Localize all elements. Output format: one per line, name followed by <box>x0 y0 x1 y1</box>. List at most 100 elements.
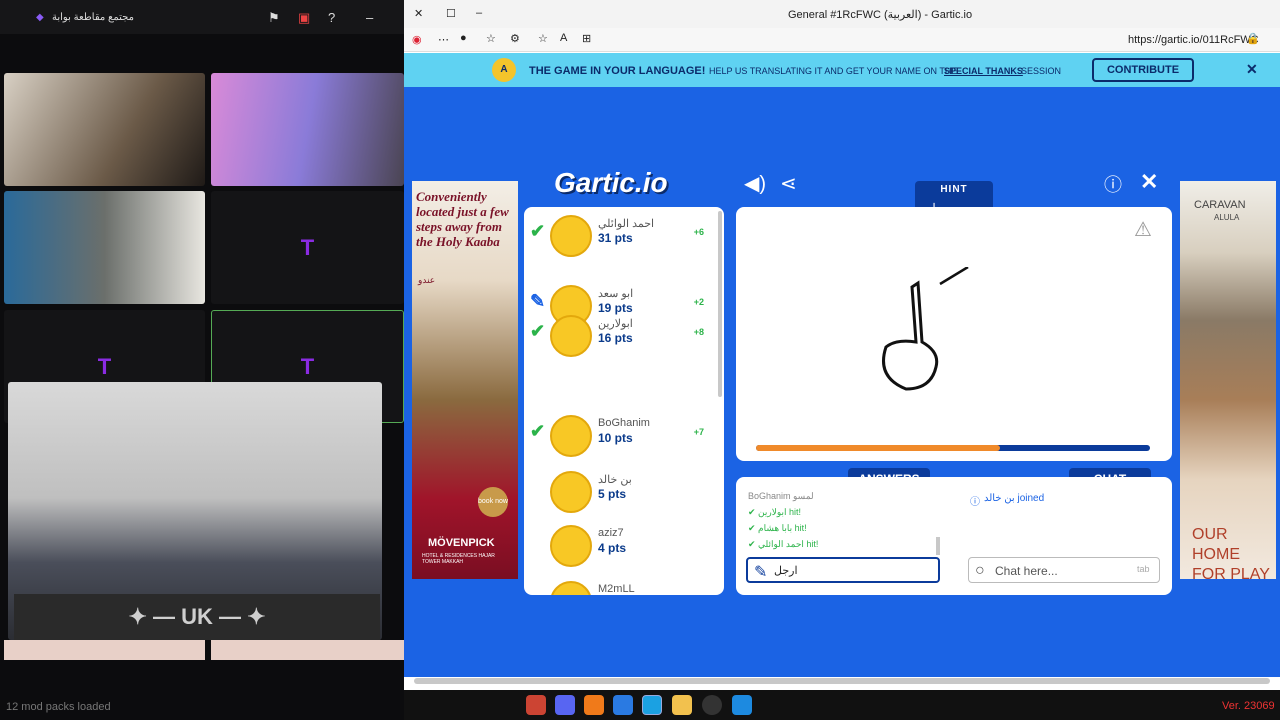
player-row[interactable]: بن خالد 5 pts <box>524 463 722 521</box>
answers-chat-panel: BoGhanim لمسو ✔ ابولارين hit! ✔ بابا هشام … <box>736 477 1172 595</box>
player-list-scrollbar[interactable] <box>718 211 722 397</box>
report-icon[interactable]: ⚠ <box>1134 217 1152 242</box>
sound-icon[interactable]: ◀) <box>744 171 766 196</box>
stream-title: مجتمع مقاطعة بوابة <box>52 12 134 23</box>
player-row[interactable]: aziz7 4 pts <box>524 517 722 575</box>
browser-logo-icon[interactable]: ◉ <box>412 33 422 46</box>
profile-icon[interactable]: ● <box>460 32 467 44</box>
taskbar: Ver. 23069 <box>404 690 1280 720</box>
windows-icon[interactable] <box>732 695 752 715</box>
player-points: 10 pts <box>598 431 633 445</box>
favorites-icon[interactable]: ☆ <box>486 32 496 45</box>
exit-icon[interactable]: ✕ <box>1140 169 1158 195</box>
maximize-icon[interactable]: ☐ <box>446 7 456 20</box>
pencil-icon: ✎ <box>754 564 768 581</box>
check-icon: ✔ <box>748 523 759 533</box>
player-points: 5 pts <box>598 487 627 501</box>
player-name: ابو سعد <box>598 288 634 300</box>
screen-icon[interactable]: ▣ <box>298 10 310 26</box>
player-name: ابولارين <box>598 318 633 330</box>
timer-bar <box>756 445 1150 451</box>
chat-placeholder: Chat here... <box>995 564 1058 578</box>
share-icon[interactable]: ⋖ <box>780 171 797 196</box>
avatar <box>550 215 592 257</box>
player-delta: +8 <box>693 327 704 337</box>
player-row[interactable]: ✔ ابولارين 16 pts +8 <box>524 307 722 365</box>
answer-input[interactable]: ✎ ارجل <box>746 557 940 583</box>
answer-line: ✔ ابولارين hit! <box>748 507 938 523</box>
player-row[interactable]: ✔ BoGhanim 10 pts +7 <box>524 407 722 465</box>
left-ad-brand-sub: HOTEL & RESIDENCES HAJAR TOWER MAKKAH <box>422 553 495 565</box>
banner-headline: THE GAME IN YOUR LANGUAGE! <box>529 65 706 77</box>
read-aloud-icon[interactable]: A <box>560 32 567 44</box>
player-delta: +6 <box>693 227 704 237</box>
answer-input-value: ارجل <box>774 565 798 577</box>
url-text[interactable]: https://gartic.io/011RcFWC <box>1128 34 1259 46</box>
banner-text: HELP US TRANSLATING IT AND GET YOUR NAME… <box>709 66 958 76</box>
collections-icon[interactable]: ⊞ <box>582 32 591 45</box>
player-name: BoGhanim <box>598 417 650 429</box>
left-ad-cta[interactable]: book now <box>478 487 508 517</box>
store-icon[interactable] <box>613 695 633 715</box>
player-points: 31 pts <box>598 231 633 245</box>
player-name: M2mLL <box>598 583 635 595</box>
edge-icon[interactable] <box>642 695 662 715</box>
channel-logo-icon: T <box>300 353 315 379</box>
star-icon[interactable]: ☆ <box>538 32 548 45</box>
channel-logo-icon: T <box>97 353 112 379</box>
player-points: 16 pts <box>598 331 633 345</box>
check-icon: ✔ <box>748 507 759 517</box>
answer-text: احمد الوائلي hit! <box>758 539 819 549</box>
webcam-2 <box>211 73 404 186</box>
webcam-3 <box>4 191 205 304</box>
answer-line: ✔ احمد الوائلي hit! <box>748 539 938 555</box>
avatar <box>550 315 592 357</box>
player-name: بن خالد <box>598 474 632 486</box>
webcam-4: T <box>211 191 404 304</box>
channel-logo-icon: T <box>300 234 315 260</box>
minimize-icon[interactable]: – <box>366 10 373 25</box>
player-row[interactable]: ✔ احمد الوائلي 31 pts +6 <box>524 207 722 265</box>
taskbar-app-icon[interactable] <box>526 695 546 715</box>
webcam-1 <box>4 73 205 186</box>
contribute-button[interactable]: CONTRIBUTE <box>1092 58 1194 82</box>
cam-strip-right <box>211 640 404 660</box>
answer-text: بابا هشام hit! <box>758 523 807 533</box>
answer-line: ✔ بابا هشام hit! <box>748 523 938 539</box>
chat-input[interactable]: ○ Chat here... tab <box>968 557 1160 583</box>
player-row[interactable]: M2mLL <box>524 573 722 595</box>
obs-icon[interactable] <box>702 695 722 715</box>
help-icon[interactable]: ? <box>328 10 335 25</box>
close-window-icon[interactable]: ✕ <box>414 7 423 20</box>
stream-icon: ◆ <box>36 12 44 23</box>
discord-icon[interactable] <box>555 695 575 715</box>
check-icon: ✔ <box>530 221 546 241</box>
left-ad-sub: عندو <box>418 275 436 285</box>
folder-icon[interactable] <box>672 695 692 715</box>
info-icon[interactable]: ⓘ <box>1104 171 1122 197</box>
browser-window: ✕ ☐ – General #1RcFWC (العربية) - Gartic… <box>404 0 1280 690</box>
answers-scrollbar[interactable] <box>936 537 940 555</box>
avatar <box>550 471 592 513</box>
special-thanks-link[interactable]: SPECIAL THANKS <box>944 66 1023 76</box>
minimize-window-icon[interactable]: – <box>476 7 482 19</box>
overlay-logo: ✦ — UK — ✦ <box>14 594 380 640</box>
address-bar: ◉ ⋯ ● ☆ ⚙ ☆ A ⊞ https://gartic.io/011RcF… <box>404 28 1280 52</box>
flag-icon[interactable]: ⚑ <box>268 10 280 26</box>
close-banner-icon[interactable]: ✕ <box>1246 61 1258 78</box>
hint-label: HINT <box>940 184 968 195</box>
cam-strip-left <box>4 640 205 660</box>
chat-info-icon: ⓘ <box>970 497 980 508</box>
translation-banner: A THE GAME IN YOUR LANGUAGE! HELP US TRA… <box>404 53 1280 87</box>
horizontal-scrollbar[interactable] <box>414 678 1270 684</box>
drawing-canvas[interactable]: ⚠ <box>736 207 1172 461</box>
right-ad[interactable]: CARAVAN ALULA OUR HOME FOR PLAY <box>1180 181 1276 583</box>
triangle-app-icon[interactable] <box>584 695 604 715</box>
menu-icon[interactable]: ⋯ <box>438 33 449 46</box>
left-ad-brand: MÖVENPICK <box>428 537 495 549</box>
extension-icon[interactable]: ⚙ <box>510 32 520 45</box>
right-ad-brand-sub: ALULA <box>1214 213 1240 222</box>
left-ad[interactable]: Conveniently located just a few steps aw… <box>412 181 518 579</box>
player-delta: +2 <box>693 297 704 307</box>
timer-fill <box>756 445 1001 451</box>
